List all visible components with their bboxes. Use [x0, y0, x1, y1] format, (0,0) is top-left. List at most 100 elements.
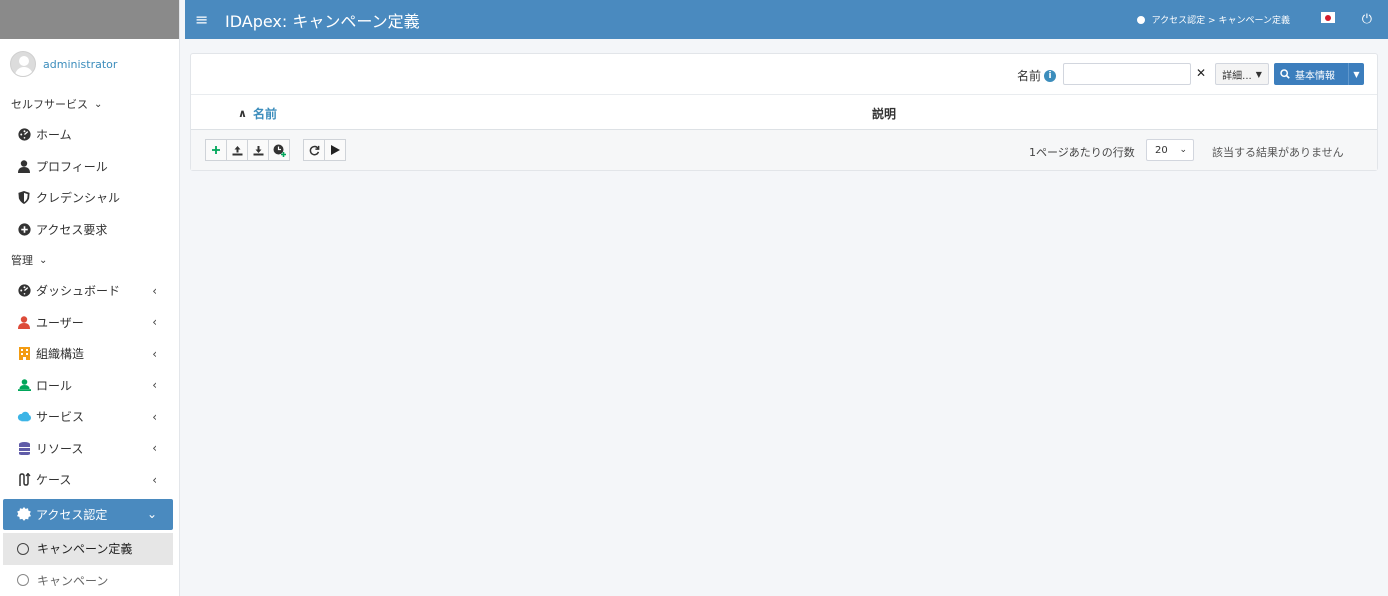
- power-icon[interactable]: ⏻: [1362, 12, 1372, 27]
- sidebar-item-cases[interactable]: ケース ‹: [0, 464, 179, 496]
- circle-icon: [17, 574, 29, 587]
- plus-icon: [212, 146, 220, 154]
- search-icon: [1280, 69, 1290, 79]
- chevron-left-icon: ‹: [152, 409, 157, 424]
- sidebar-item-roles[interactable]: ロール ‹: [0, 370, 179, 402]
- section-label: セルフサービス: [11, 98, 88, 111]
- japan-flag-icon[interactable]: [1321, 12, 1335, 23]
- sidebar-item-label: ダッシュボード: [36, 284, 121, 299]
- user-panel[interactable]: administrator: [0, 39, 179, 89]
- sidebar-item-label: キャンペーン: [37, 573, 109, 588]
- basic-search-main[interactable]: 基本情報: [1274, 67, 1348, 82]
- breadcrumb-text[interactable]: アクセス認定 > キャンペーン定義: [1152, 13, 1290, 26]
- chevron-left-icon: ‹: [152, 315, 157, 330]
- circle-icon: [17, 542, 29, 555]
- certificate-icon: [17, 507, 31, 522]
- play-icon: [330, 145, 340, 155]
- basic-search-button[interactable]: 基本情報 ▼: [1274, 63, 1364, 85]
- brand-logo-area[interactable]: [0, 0, 179, 39]
- chevron-left-icon: ‹: [152, 283, 157, 298]
- search-input[interactable]: [1063, 63, 1191, 85]
- sidebar-item-label: ホーム: [36, 128, 72, 143]
- caret-down-icon: ▼: [1255, 69, 1262, 79]
- no-results-text: 該当する結果がありません: [1212, 146, 1344, 159]
- chevron-down-icon: ⌄: [94, 98, 103, 110]
- sidebar-item-resources[interactable]: リソース ‹: [0, 433, 179, 465]
- circle-icon: [1136, 15, 1145, 24]
- route-icon: [17, 473, 31, 487]
- menu-icon[interactable]: ≡: [195, 10, 209, 29]
- chevron-down-icon: ⌄: [1179, 145, 1187, 155]
- clock-plus-icon: [273, 144, 286, 157]
- detail-search-button[interactable]: 詳細... ▼: [1215, 63, 1269, 85]
- add-clock-button[interactable]: [268, 139, 290, 161]
- sidebar-item-organization[interactable]: 組織構造 ‹: [0, 338, 179, 370]
- sidebar-item-campaign[interactable]: キャンペーン: [0, 565, 179, 596]
- column-label: 名前: [252, 107, 277, 121]
- database-icon: [17, 441, 31, 455]
- rows-per-page-value: 20: [1155, 144, 1168, 156]
- section-admin[interactable]: 管理 ⌄: [0, 245, 179, 275]
- add-button[interactable]: [205, 139, 227, 161]
- sidebar-item-label: アクセス要求: [36, 222, 108, 237]
- chevron-left-icon: ‹: [152, 472, 157, 487]
- refresh-button[interactable]: [303, 139, 325, 161]
- rows-per-page-select[interactable]: 20 ⌄: [1146, 139, 1194, 161]
- sidebar-item-access-request[interactable]: アクセス要求: [0, 214, 179, 246]
- sidebar-item-label: 組織構造: [36, 347, 85, 362]
- download-button[interactable]: [247, 139, 269, 161]
- sidebar-item-label: ユーザー: [36, 315, 84, 330]
- run-button[interactable]: [324, 139, 346, 161]
- refresh-icon: [309, 145, 319, 155]
- sidebar-item-label: キャンペーン定義: [37, 542, 133, 557]
- cloud-icon: [17, 410, 31, 424]
- sidebar-item-access-certification[interactable]: アクセス認定 ⌄: [3, 498, 173, 530]
- search-label-text: 名前: [1017, 69, 1042, 83]
- section-label: 管理: [11, 254, 33, 267]
- chevron-left-icon: ‹: [152, 346, 157, 361]
- basic-label: 基本情報: [1295, 70, 1335, 82]
- dashboard-icon: [17, 284, 31, 298]
- upload-button[interactable]: [226, 139, 248, 161]
- caret-down-icon[interactable]: ▼: [1348, 63, 1364, 85]
- detail-label: 詳細...: [1222, 70, 1252, 82]
- section-self-service[interactable]: セルフサービス ⌄: [0, 89, 179, 119]
- column-header-name[interactable]: ∧ 名前: [238, 105, 277, 122]
- toolbar-group-run: [303, 139, 346, 161]
- sidebar-item-credential[interactable]: クレデンシャル: [0, 182, 179, 214]
- search-bar: 名前 i ✕ 詳細... ▼ 基本情報 ▼: [191, 54, 1377, 94]
- building-icon: [17, 347, 31, 361]
- rows-per-page-label: 1ページあたりの行数: [1029, 146, 1135, 159]
- sidebar-item-label: サービス: [36, 410, 85, 425]
- chevron-left-icon: ‹: [152, 378, 157, 393]
- user-icon: [17, 315, 31, 329]
- column-header-description[interactable]: 説明: [872, 105, 896, 122]
- sidebar-item-dashboard[interactable]: ダッシュボード ‹: [0, 275, 179, 307]
- table-footer: 1ページあたりの行数 20 ⌄ 該当する結果がありません: [191, 130, 1377, 170]
- breadcrumb: アクセス認定 > キャンペーン定義: [1136, 13, 1290, 26]
- search-label: 名前 i: [1017, 67, 1057, 84]
- sidebar: administrator セルフサービス ⌄ ホーム プロフィール クレデンシ…: [0, 0, 180, 596]
- toolbar-group-edit: [205, 139, 290, 161]
- role-icon: [17, 378, 31, 392]
- sidebar-item-label: クレデンシャル: [36, 191, 121, 206]
- sidebar-item-services[interactable]: サービス ‹: [0, 401, 179, 433]
- sidebar-item-label: プロフィール: [36, 159, 108, 174]
- info-icon[interactable]: i: [1044, 69, 1057, 82]
- sidebar-item-label: ケース: [36, 473, 72, 488]
- chevron-down-icon: ⌄: [146, 507, 157, 522]
- clear-search-button[interactable]: ✕: [1196, 66, 1206, 80]
- user-name[interactable]: administrator: [43, 58, 117, 71]
- chevron-down-icon: ⌄: [39, 254, 48, 266]
- page-title: IDApex: キャンペーン定義: [225, 11, 420, 31]
- sidebar-item-users[interactable]: ユーザー ‹: [0, 307, 179, 339]
- dashboard-icon: [17, 128, 31, 142]
- avatar: [10, 51, 36, 77]
- chevron-left-icon: ‹: [152, 441, 157, 456]
- download-icon: [253, 145, 263, 155]
- sidebar-item-profile[interactable]: プロフィール: [0, 151, 179, 183]
- sidebar-item-home[interactable]: ホーム: [0, 119, 179, 151]
- campaign-definition-panel: 名前 i ✕ 詳細... ▼ 基本情報 ▼ ∧ 名前 説明 1ページあたりの行数…: [190, 53, 1378, 171]
- sort-ascending-icon: ∧: [238, 107, 247, 120]
- sidebar-item-campaign-definition[interactable]: キャンペーン定義: [3, 533, 173, 565]
